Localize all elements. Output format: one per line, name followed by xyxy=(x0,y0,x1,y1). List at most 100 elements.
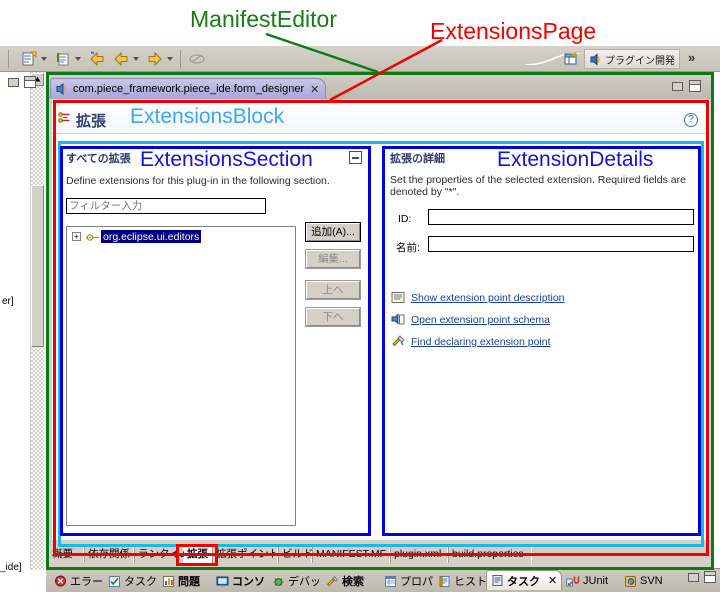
page-tab-manifest-mf[interactable]: MANIFEST.MF xyxy=(312,547,390,563)
extension-details-title: 拡張の詳細 xyxy=(390,153,445,165)
perspective-plugin-development[interactable]: プラグイン開発 xyxy=(584,49,680,69)
show-extension-point-description-link[interactable]: Show extension point description xyxy=(391,291,565,304)
add-button[interactable]: 追加(A)... xyxy=(305,222,361,242)
link-label: Show extension point description xyxy=(411,291,565,304)
schema-icon xyxy=(391,313,405,326)
help-icon[interactable]: ? xyxy=(684,113,698,127)
open-perspective-icon[interactable] xyxy=(563,50,581,68)
view-tab-label: コンソ xyxy=(232,576,265,588)
view-tab-label: SVN xyxy=(640,575,663,587)
page-tab-extensions[interactable]: 拡張 xyxy=(184,547,212,563)
extensions-section-title: すべての拡張 xyxy=(66,153,131,165)
forward-dropdown-arrow[interactable] xyxy=(167,57,173,61)
filter-input[interactable] xyxy=(66,198,266,214)
editor-tab-close-icon[interactable]: ✕ xyxy=(310,83,319,96)
edit-button[interactable]: 編集... xyxy=(305,249,361,269)
view-tab-close-icon[interactable]: ✕ xyxy=(548,574,557,587)
find-icon xyxy=(391,335,405,348)
editor-tab-title: com.piece_framework.piece_ide.form_desig… xyxy=(73,83,305,95)
view-minimize-button[interactable] xyxy=(688,573,699,582)
annotation-label-extensions-page: ExtensionsPage xyxy=(430,18,597,44)
left-stub-text-1: er] xyxy=(2,296,14,307)
view-tab-label: プロパ xyxy=(400,576,433,588)
view-tab-label: JUnit xyxy=(583,575,609,587)
page-tab-runtime[interactable]: ランタイム xyxy=(134,547,190,563)
plugin-icon xyxy=(589,52,602,66)
svg-text:P: P xyxy=(629,580,633,586)
view-tab-junit[interactable]: JUnit xyxy=(562,572,612,590)
workbench-toolbar: プラグイン開発 » xyxy=(0,46,720,72)
move-down-button[interactable]: 下へ xyxy=(305,307,361,327)
error-icon xyxy=(54,575,67,588)
section-collapse-icon[interactable] xyxy=(349,151,362,164)
name-field-label: 名前: xyxy=(396,242,420,254)
view-tab-label: デバッ xyxy=(288,576,321,588)
console-icon xyxy=(216,575,229,588)
page-tab-dependencies[interactable]: 依存関係 xyxy=(84,547,134,563)
page-tab-build-properties[interactable]: build.properties xyxy=(448,547,532,563)
search-icon xyxy=(326,575,339,588)
left-panel-maximize-button[interactable] xyxy=(24,76,36,88)
plugin-manifest-icon xyxy=(55,82,69,96)
tree-item-org-eclipse-ui-editors[interactable]: org.eclipse.ui.editors xyxy=(101,230,202,243)
editor-maximize-button[interactable] xyxy=(689,80,701,92)
export-dropdown-arrow[interactable] xyxy=(75,57,81,61)
perspective-label: プラグイン開発 xyxy=(605,55,675,67)
view-tab-svn[interactable]: P SVN xyxy=(620,572,667,590)
page-tab-plugin-xml[interactable]: plugin.xml xyxy=(390,547,448,563)
left-stub-text-2: _ide] xyxy=(0,562,22,573)
view-tab-tasks[interactable]: タスク xyxy=(104,572,161,590)
toolbar-overflow-button[interactable]: » xyxy=(688,50,695,65)
extensions-section-description: Define extensions for this plug-in in th… xyxy=(66,175,330,187)
view-tab-problems[interactable]: 問題 xyxy=(158,572,204,590)
view-tab-errors[interactable]: エラー xyxy=(50,572,107,590)
view-tab-tasklist[interactable]: タスク ✕ xyxy=(486,570,563,590)
back-dropdown-arrow[interactable] xyxy=(133,57,139,61)
forward-icon[interactable] xyxy=(146,50,164,68)
page-tab-build[interactable]: ビルド xyxy=(278,547,314,563)
debug-icon xyxy=(272,575,285,588)
problems-icon xyxy=(162,575,175,588)
find-declaring-extension-point-link[interactable]: Find declaring extension point xyxy=(391,335,551,348)
view-tab-label: ヒスト xyxy=(454,576,487,588)
editor-tab-form-designer[interactable]: com.piece_framework.piece_ide.form_desig… xyxy=(50,78,327,99)
left-panel-restore-button[interactable] xyxy=(8,78,19,87)
description-icon xyxy=(391,291,405,304)
extension-details-description: Set the properties of the selected exten… xyxy=(390,174,686,198)
editor-minimize-button[interactable] xyxy=(672,82,683,91)
tasklist-icon xyxy=(491,574,504,587)
id-field[interactable] xyxy=(428,209,694,225)
view-tab-label: 問題 xyxy=(178,576,200,588)
export-icon[interactable] xyxy=(54,50,72,68)
id-field-label: ID: xyxy=(398,213,412,225)
page-title: 拡張 xyxy=(76,113,107,130)
extension-point-icon xyxy=(86,233,99,241)
page-tab-overview[interactable]: 概要 xyxy=(48,547,84,563)
annotation-icon[interactable] xyxy=(188,50,206,68)
page-tab-extension-points[interactable]: 拡張ポイント xyxy=(212,547,279,563)
back-history-icon[interactable] xyxy=(88,50,106,68)
junit-icon xyxy=(566,575,580,588)
tree-expander-icon[interactable]: + xyxy=(72,232,81,241)
view-tab-label: 検索 xyxy=(342,576,364,588)
new-java-file-icon[interactable] xyxy=(20,50,38,68)
view-tab-search[interactable]: 検索 xyxy=(322,572,368,590)
scrollbar-thumb[interactable] xyxy=(31,185,44,347)
name-field[interactable] xyxy=(428,236,694,252)
link-label: Open extension point schema xyxy=(411,313,550,326)
new-dropdown-arrow[interactable] xyxy=(41,57,47,61)
extensions-tree[interactable] xyxy=(66,226,296,526)
view-tab-label: タスク xyxy=(124,576,157,588)
view-tab-history[interactable]: ヒスト xyxy=(434,572,491,590)
view-tab-properties[interactable]: プロパ xyxy=(380,572,437,590)
view-tab-console[interactable]: コンソ xyxy=(212,572,269,590)
view-tab-label: エラー xyxy=(70,576,103,588)
back-icon[interactable] xyxy=(112,50,130,68)
extensions-header-icon xyxy=(58,111,72,125)
view-tab-debug[interactable]: デバッ xyxy=(268,572,325,590)
move-up-button[interactable]: 上へ xyxy=(305,280,361,300)
left-view-stub xyxy=(0,72,30,570)
view-maximize-button[interactable] xyxy=(704,571,716,583)
form-header xyxy=(52,102,708,134)
open-extension-point-schema-link[interactable]: Open extension point schema xyxy=(391,313,550,326)
